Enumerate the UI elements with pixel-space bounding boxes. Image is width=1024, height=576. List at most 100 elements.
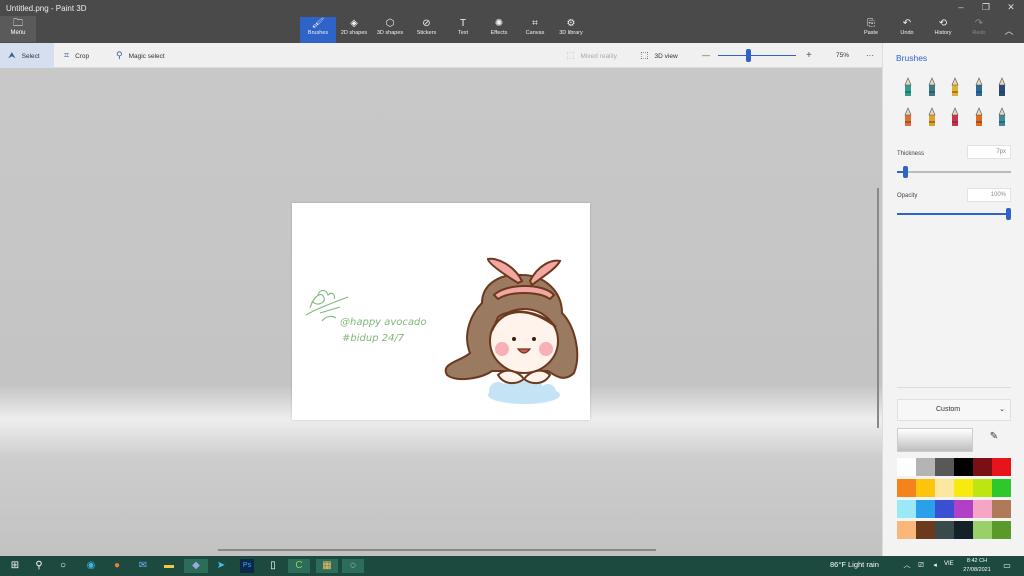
minimize-button[interactable]: – — [950, 2, 972, 12]
mixed-reality-button[interactable]: ⬚ Mixed reality — [566, 43, 617, 68]
eraser-icon[interactable] — [925, 107, 939, 127]
marker-brush-icon[interactable] — [901, 77, 915, 97]
paste-button[interactable]: ⎘ Paste — [855, 17, 887, 43]
color-swatch[interactable] — [973, 458, 992, 476]
volume-icon[interactable]: ◂ — [928, 559, 942, 573]
color-swatch[interactable] — [935, 521, 954, 539]
tray-chevron-icon[interactable]: ︿ — [900, 559, 914, 573]
eyedropper-icon[interactable]: ✎ — [983, 431, 1005, 449]
language-indicator[interactable]: VIE — [944, 561, 954, 567]
color-swatch[interactable] — [935, 479, 954, 497]
color-swatch[interactable] — [992, 500, 1011, 518]
color-swatch[interactable] — [897, 458, 916, 476]
horizontal-scrollbar[interactable] — [218, 549, 656, 551]
color-swatch[interactable] — [973, 500, 992, 518]
opacity-thumb[interactable] — [1006, 208, 1011, 220]
magic-select-label: Magic select — [128, 53, 165, 60]
undo-button[interactable]: ↶ Undo — [891, 17, 923, 43]
color-swatch[interactable] — [992, 479, 1011, 497]
app-icon[interactable]: ▦ — [316, 559, 338, 573]
oil-brush-icon[interactable] — [948, 77, 962, 97]
zoom-slider[interactable] — [718, 55, 796, 56]
zalo-icon[interactable]: ◌ — [342, 559, 364, 573]
drawing-canvas[interactable]: @happy avocado #bidup 24/7 — [292, 203, 590, 420]
thickness-input[interactable]: 7px — [967, 145, 1011, 159]
edge-icon[interactable]: ◉ — [84, 559, 98, 573]
redo-button[interactable]: ↷ Redo — [963, 17, 995, 43]
camtasia-icon[interactable]: C — [288, 559, 310, 573]
close-button[interactable]: ✕ — [1000, 2, 1022, 13]
crop-button[interactable]: ⌗ Crop — [64, 43, 89, 68]
firefox-icon[interactable]: ● — [110, 559, 124, 573]
thickness-thumb[interactable] — [902, 166, 908, 178]
zoom-in-button[interactable]: + — [806, 43, 812, 68]
color-swatch[interactable] — [954, 479, 973, 497]
pixel-pen-icon[interactable] — [995, 77, 1009, 97]
notifications-icon[interactable]: ▭ — [1000, 559, 1014, 573]
color-swatch[interactable] — [916, 500, 935, 518]
tool-3d-shapes[interactable]: ⬡ 3D shapes — [372, 17, 408, 43]
calligraphy-pen-icon[interactable] — [925, 77, 939, 97]
paint3d-taskbar-icon[interactable]: ◆ — [184, 559, 208, 573]
color-swatch[interactable] — [954, 458, 973, 476]
color-swatch[interactable] — [897, 500, 916, 518]
more-options-button[interactable]: ··· — [866, 43, 874, 68]
zoom-value[interactable]: 75% — [836, 43, 849, 68]
weather-widget[interactable]: 86°F Light rain — [830, 560, 879, 569]
color-swatch[interactable] — [935, 500, 954, 518]
color-swatch[interactable] — [954, 500, 973, 518]
color-swatch[interactable] — [954, 521, 973, 539]
windows-start-icon[interactable]: ⊞ — [8, 559, 22, 573]
history-button[interactable]: ⟲ History — [927, 17, 959, 43]
tool-effects[interactable]: ✺ Effects — [481, 17, 517, 43]
color-swatch[interactable] — [992, 458, 1011, 476]
network-icon[interactable]: ⎚ — [914, 559, 928, 573]
spray-can-icon[interactable] — [972, 107, 986, 127]
tool-2d-shapes[interactable]: ◈ 2D shapes — [336, 17, 372, 43]
tool-stickers[interactable]: ⊘ Stickers — [408, 17, 445, 43]
color-swatch[interactable] — [916, 458, 935, 476]
cortana-icon[interactable]: ○ — [56, 559, 70, 573]
color-swatch[interactable] — [916, 479, 935, 497]
color-swatch[interactable] — [973, 479, 992, 497]
maximize-button[interactable]: ❐ — [975, 2, 997, 13]
zoom-thumb[interactable] — [746, 49, 751, 62]
photoshop-icon[interactable]: Ps — [240, 559, 254, 573]
menu-button[interactable]: 🗀 Menu — [0, 16, 36, 42]
fill-bucket-icon[interactable] — [995, 107, 1009, 127]
zoom-out-button[interactable]: — — [702, 43, 710, 68]
select-button[interactable]: ⮝ Select — [0, 43, 54, 68]
pencil-icon[interactable] — [901, 107, 915, 127]
watercolor-brush-icon[interactable] — [972, 77, 986, 97]
sticker-icon: ⊘ — [422, 18, 431, 29]
search-icon[interactable]: ⚲ — [32, 559, 46, 573]
tool-3d-library[interactable]: ⚙ 3D library — [553, 17, 589, 43]
tool-canvas[interactable]: ⌗ Canvas — [517, 17, 553, 43]
workspace[interactable]: @happy avocado #bidup 24/7 — [0, 68, 882, 556]
color-swatch[interactable] — [897, 521, 916, 539]
tool-label: Stickers — [416, 30, 437, 36]
tool-brushes[interactable]: 🖌 Brushes — [300, 17, 336, 43]
color-swatch[interactable] — [992, 521, 1011, 539]
vertical-scrollbar[interactable] — [877, 188, 879, 428]
magic-select-button[interactable]: ⚲ Magic select — [116, 43, 165, 68]
color-swatch[interactable] — [973, 521, 992, 539]
clock[interactable]: 8:42 CH 27/08/2021 — [960, 557, 994, 575]
girl-face — [489, 308, 559, 374]
document-icon[interactable]: ▯ — [266, 559, 280, 573]
telegram-icon[interactable]: ➤ — [214, 559, 228, 573]
thickness-track[interactable] — [897, 171, 1011, 173]
tool-label: Effects — [490, 30, 508, 36]
custom-color-dropdown[interactable]: Custom ⌄ — [897, 399, 1011, 421]
crayon-icon[interactable] — [948, 107, 962, 127]
color-swatch[interactable] — [935, 458, 954, 476]
color-swatch[interactable] — [897, 479, 916, 497]
color-swatch[interactable] — [916, 521, 935, 539]
mail-icon[interactable]: ✉ — [136, 559, 150, 573]
file-explorer-icon[interactable]: ▬ — [162, 559, 176, 573]
opacity-input[interactable]: 100% — [967, 188, 1011, 202]
collapse-ribbon-icon[interactable]: ︿ — [998, 24, 1020, 37]
3d-view-button[interactable]: ⬚ 3D view — [640, 43, 678, 68]
chevron-down-icon: ⌄ — [999, 406, 1005, 413]
tool-text[interactable]: T Text — [445, 17, 481, 43]
